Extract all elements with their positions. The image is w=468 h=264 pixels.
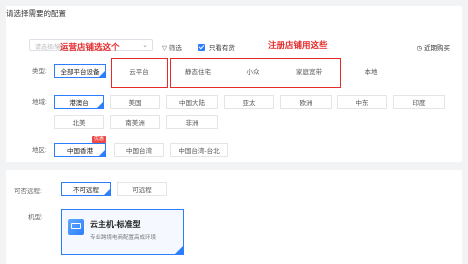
type-option-static-residential[interactable]: 静态住宅 xyxy=(172,64,224,78)
remote-option-yes[interactable]: 可远程 xyxy=(117,182,167,196)
recent-purchase-link[interactable]: ◷ 近期购买 xyxy=(417,42,450,52)
machine-title: 云主机-标准型 xyxy=(90,220,141,229)
cloud-host-icon xyxy=(68,219,84,235)
type-option-all[interactable]: 全部平台设备 xyxy=(54,64,106,78)
region-option-middle-east[interactable]: 中东 xyxy=(337,95,387,109)
region-option-mainland[interactable]: 中国大陆 xyxy=(166,95,218,109)
remote-label: 可否远程: xyxy=(14,188,42,195)
config-card: 请选择需要的配置 请选择/输入 ⌄ 运营店铺选这个 注册店铺用这些 ▽ 筛选 只… xyxy=(6,6,462,162)
clock-icon: ◷ xyxy=(416,45,423,52)
only-available-label: 只看有货 xyxy=(208,45,235,52)
machine-label: 机型: xyxy=(28,214,43,221)
type-option-niche[interactable]: 小众 xyxy=(228,64,278,78)
annotation-right: 注册店铺用这些 xyxy=(268,40,328,50)
region-option-hmt[interactable]: 港澳台 xyxy=(54,95,104,109)
area-option-taipei[interactable]: 中国台湾-台北 xyxy=(170,143,228,157)
machine-desc: 专业跨境电商配置高成环境 xyxy=(90,235,157,241)
region-option-india[interactable]: 印度 xyxy=(393,95,445,109)
area-option-hongkong[interactable]: 中国香港 xyxy=(54,143,106,157)
only-available-checkbox[interactable]: 只看有货 xyxy=(198,42,235,52)
region-option-us[interactable]: 美国 xyxy=(110,95,160,109)
region-label: 地域: xyxy=(32,99,47,106)
machine-card-standard[interactable]: 云主机-标准型 专业跨境电商配置高成环境 xyxy=(61,209,184,255)
discount-badge: 优惠 xyxy=(92,136,107,143)
filter-toggle[interactable]: ▽ 筛选 xyxy=(162,42,182,52)
region-option-south-america[interactable]: 南美洲 xyxy=(110,115,160,129)
filter-label: 筛选 xyxy=(168,45,182,52)
section-title: 请选择需要的配置 xyxy=(6,9,66,18)
type-option-cloud[interactable]: 云平台 xyxy=(114,64,164,78)
area-label: 地区: xyxy=(32,147,47,154)
type-label: 类型: xyxy=(32,68,47,75)
recent-label: 近期购买 xyxy=(424,45,450,52)
chevron-down-icon: ⌄ xyxy=(142,42,148,49)
remote-option-no[interactable]: 不可远程 xyxy=(61,182,111,196)
region-option-north-america[interactable]: 北美 xyxy=(54,115,104,129)
type-option-local[interactable]: 本地 xyxy=(346,64,396,78)
region-option-europe[interactable]: 欧洲 xyxy=(280,95,332,109)
region-option-africa[interactable]: 非洲 xyxy=(166,115,218,129)
region-option-apac[interactable]: 亚太 xyxy=(224,95,274,109)
checkbox-checked-icon xyxy=(198,44,205,51)
type-option-home-broadband[interactable]: 家庭宽带 xyxy=(283,64,335,78)
area-option-taiwan[interactable]: 中国台湾 xyxy=(114,143,164,157)
annotation-left: 运营店铺选这个 xyxy=(60,42,120,52)
filter-icon: ▽ xyxy=(162,45,167,52)
host-card: 可否远程: 不可远程 可远程 机型: 云主机-标准型 专业跨境电商配置高成环境 xyxy=(6,170,462,264)
